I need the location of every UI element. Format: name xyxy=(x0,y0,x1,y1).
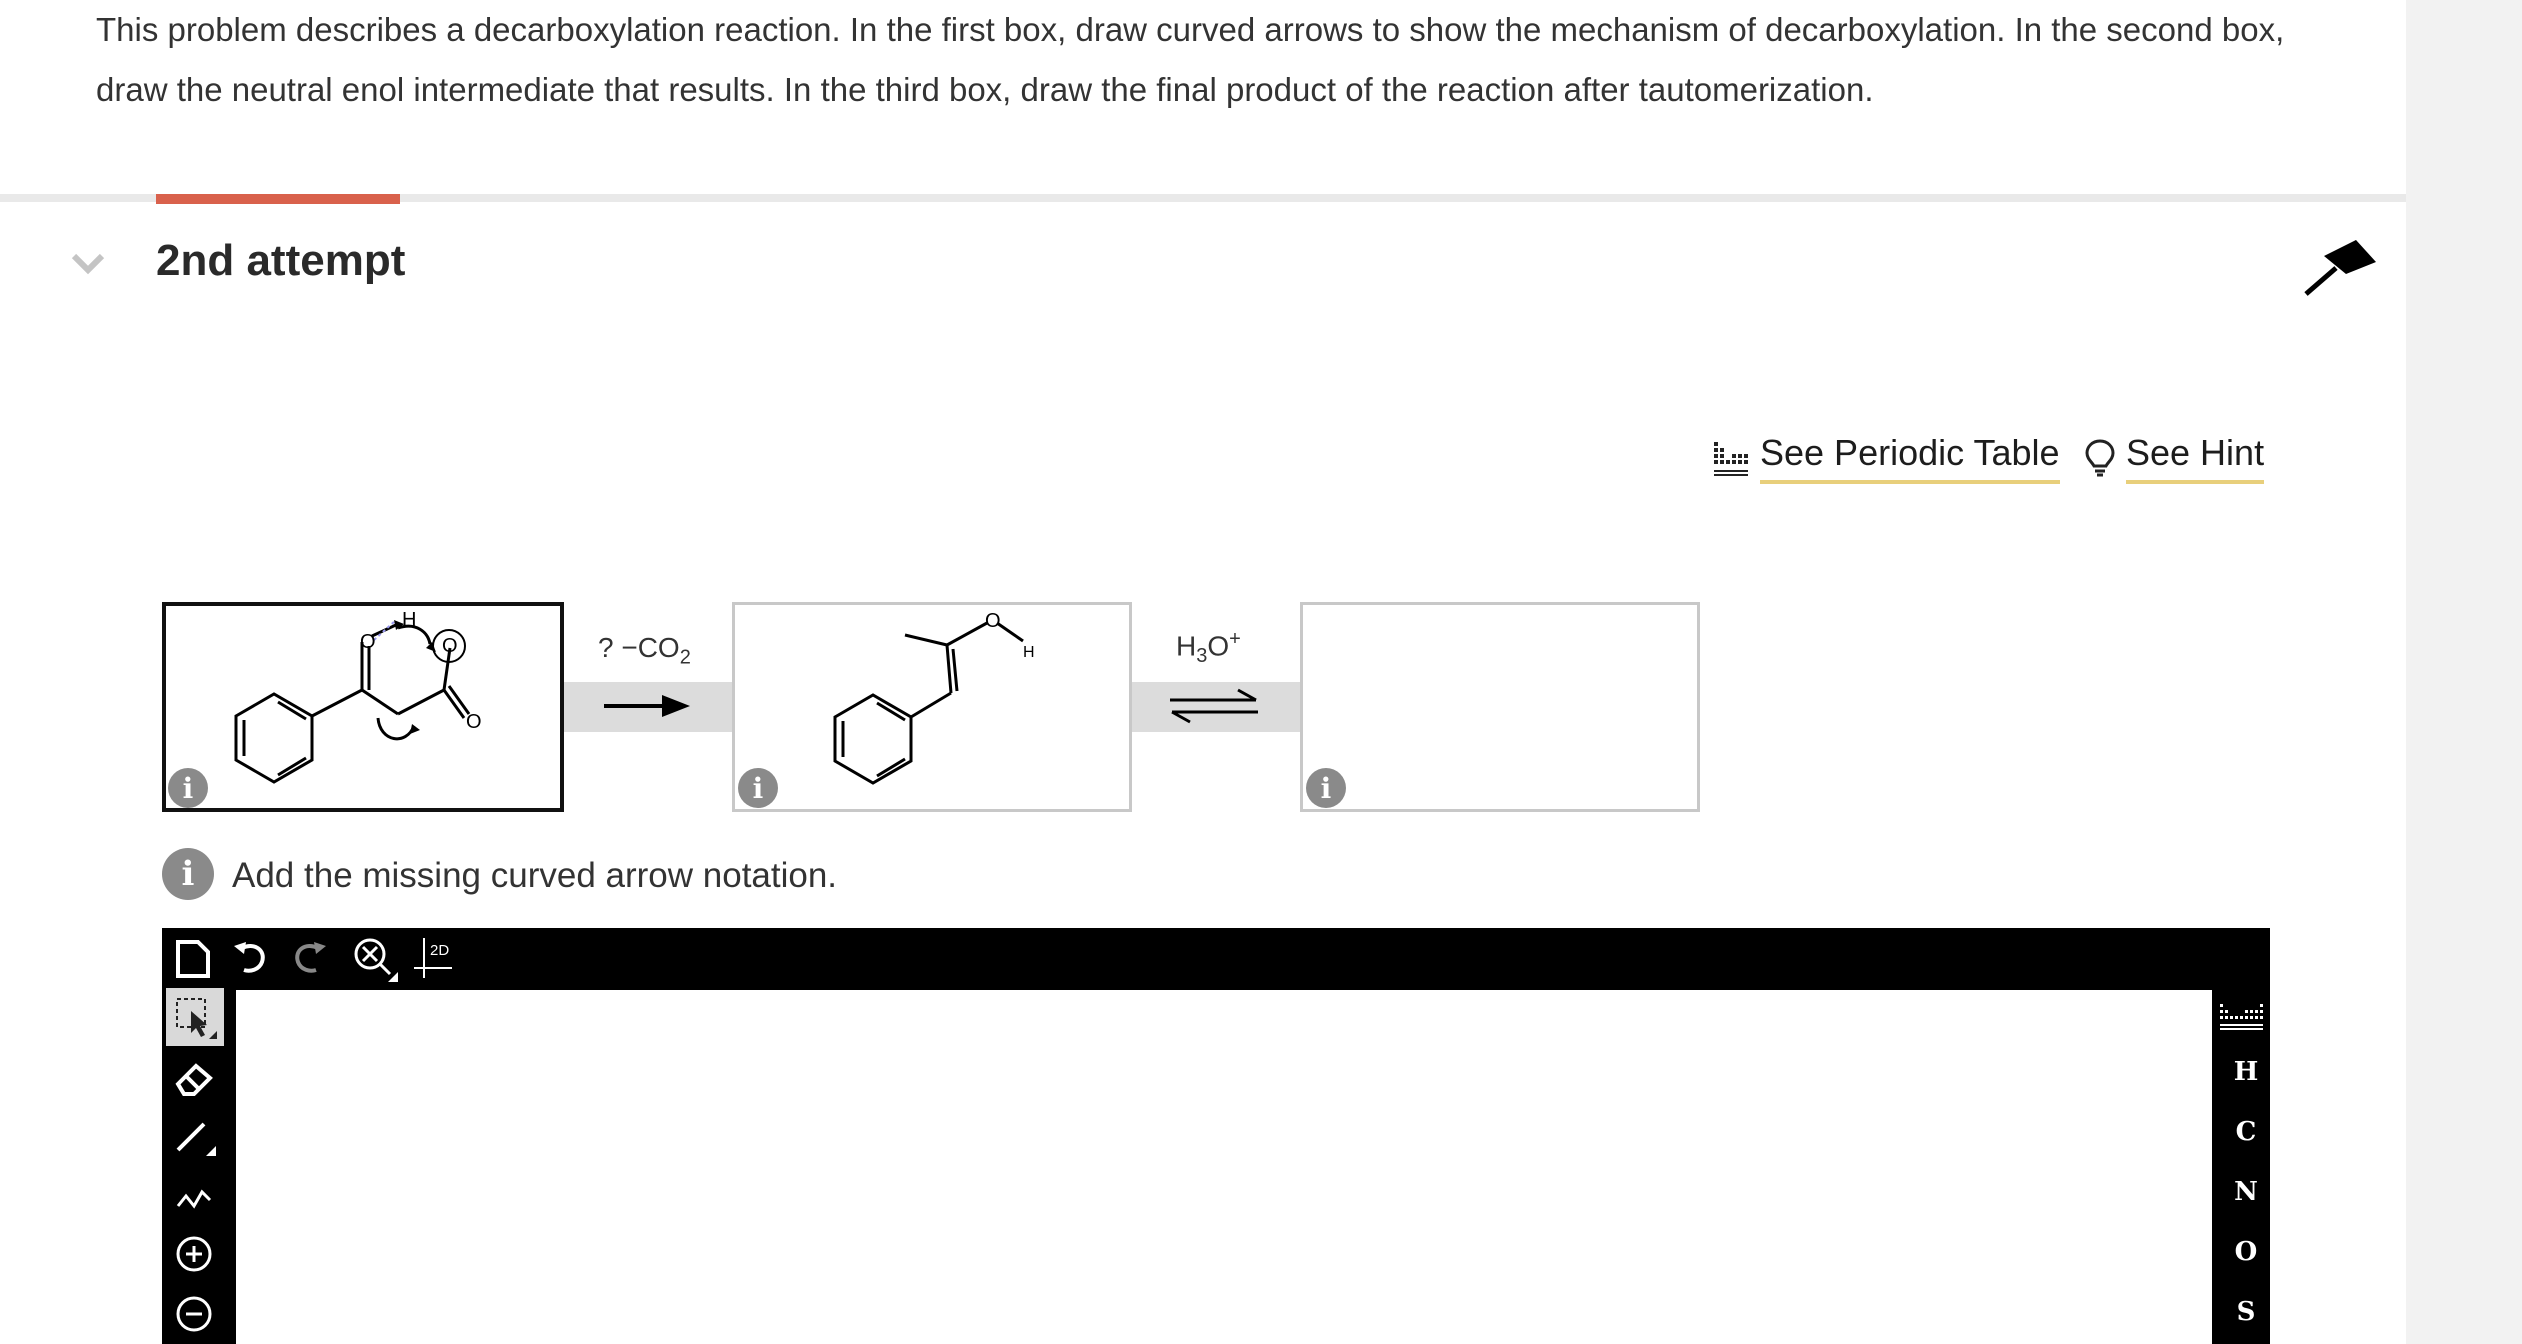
hydroxyl-o-label: O xyxy=(442,635,458,657)
carbonyl-o-label: O xyxy=(360,631,376,653)
beta-keto-acid-structure: O H O O xyxy=(234,609,482,784)
structure-editor[interactable]: 2D H C N O S xyxy=(162,928,2270,1344)
undo-icon[interactable] xyxy=(232,940,268,976)
2d-view-button[interactable]: 2D xyxy=(412,936,462,980)
mechanism-box[interactable]: O H O O xyxy=(162,602,564,812)
step1-prefix: ? xyxy=(598,632,622,663)
enol-h-label: H xyxy=(1023,644,1035,661)
element-s-button[interactable]: S xyxy=(2224,1290,2268,1334)
step2-superscript: + xyxy=(1229,628,1241,650)
periodic-table-icon xyxy=(1714,442,1748,476)
see-hint-label: See Hint xyxy=(2126,432,2265,484)
acid-carbonyl-o-label: O xyxy=(466,711,482,733)
message-info-icon: i xyxy=(162,848,214,900)
step2-subscript: 3 xyxy=(1196,644,1208,667)
enol-structure: O H xyxy=(833,610,1035,785)
negative-charge-icon[interactable] xyxy=(174,1294,214,1334)
eraser-icon[interactable] xyxy=(172,1058,216,1098)
feedback-message: Add the missing curved arrow notation. xyxy=(232,856,838,895)
2d-label: 2D xyxy=(430,942,450,959)
clear-all-icon[interactable] xyxy=(352,936,400,982)
attempt-title: 2nd attempt xyxy=(156,236,406,285)
element-o-button[interactable]: O xyxy=(2224,1230,2268,1274)
redo-icon[interactable] xyxy=(292,940,328,976)
drawing-canvas[interactable] xyxy=(236,990,2212,1344)
info-icon[interactable]: i xyxy=(168,768,208,808)
problem-line-2: draw the neutral enol intermediate that … xyxy=(96,71,1874,108)
info-icon[interactable]: i xyxy=(1306,768,1346,808)
new-document-icon[interactable] xyxy=(174,938,212,980)
lightbulb-icon xyxy=(2085,439,2115,477)
pin-icon[interactable] xyxy=(2302,234,2382,298)
element-h-button[interactable]: H xyxy=(2224,1050,2268,1094)
chevron-down-icon[interactable] xyxy=(70,250,106,278)
problem-line-1: This problem describes a decarboxylation… xyxy=(96,11,2285,48)
step2-o: O xyxy=(1207,630,1230,662)
select-tool[interactable] xyxy=(166,988,224,1046)
step2-reagent: H3O+ xyxy=(1176,628,1241,668)
acid-h-label: H xyxy=(402,609,416,631)
info-icon[interactable]: i xyxy=(738,768,778,808)
selection-arrow-icon xyxy=(176,998,217,1039)
element-n-button[interactable]: N xyxy=(2224,1170,2268,1214)
equilibrium-arrows-icon xyxy=(1170,688,1258,724)
attempt-accent-bar xyxy=(156,194,400,204)
bond-tool-icon[interactable] xyxy=(172,1116,216,1156)
step1-subscript: 2 xyxy=(679,646,691,669)
final-product-box[interactable] xyxy=(1300,602,1700,812)
right-gutter xyxy=(2406,0,2522,1344)
forward-arrow-icon xyxy=(604,695,690,717)
step1-loss: −CO xyxy=(621,632,680,663)
see-hint-link[interactable]: See Hint xyxy=(2084,432,2265,484)
step2-h: H xyxy=(1176,630,1197,662)
step1-reagent: ? −CO2 xyxy=(598,632,691,670)
enol-intermediate-box[interactable]: O H xyxy=(732,602,1132,812)
element-c-button[interactable]: C xyxy=(2224,1110,2268,1154)
periodic-table-icon[interactable] xyxy=(2218,1002,2266,1032)
see-periodic-table-link[interactable]: See Periodic Table xyxy=(1712,432,2060,484)
see-periodic-table-label: See Periodic Table xyxy=(1760,432,2060,484)
chain-tool-icon[interactable] xyxy=(172,1176,216,1216)
enol-o-label: O xyxy=(985,610,1001,632)
positive-charge-icon[interactable] xyxy=(174,1234,214,1274)
problem-statement: This problem describes a decarboxylation… xyxy=(96,0,2396,120)
